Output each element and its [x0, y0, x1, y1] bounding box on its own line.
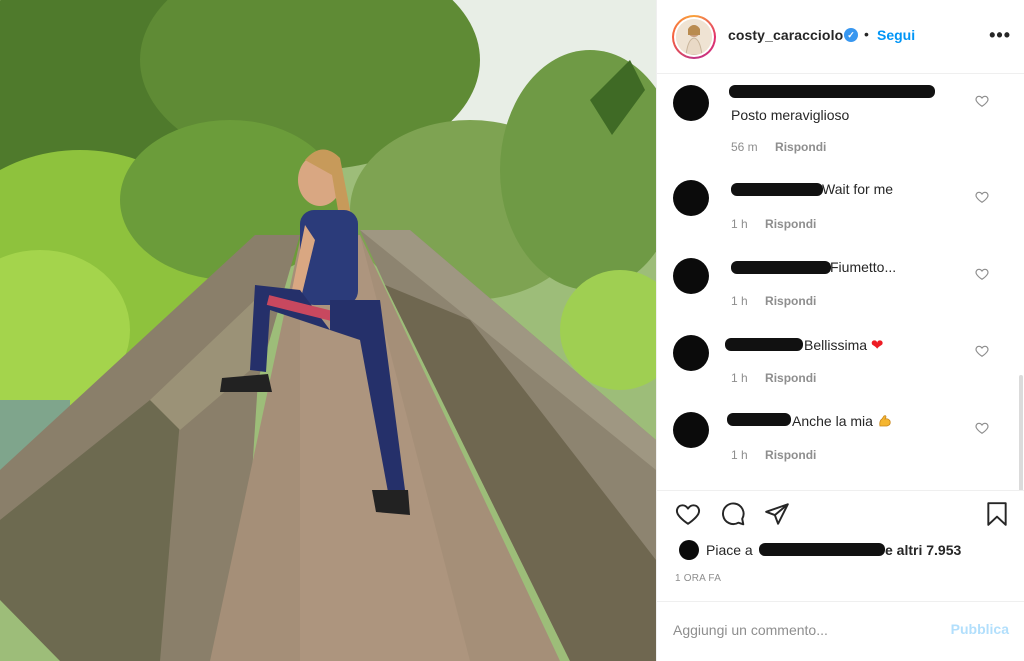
post-timestamp[interactable]: 1 ORA FA — [675, 573, 721, 584]
comment-time: 56 m — [731, 140, 758, 154]
redacted-username — [731, 261, 831, 274]
comment-like-heart-icon[interactable] — [975, 190, 989, 204]
comment-time: 1 h — [731, 371, 748, 385]
reply-button[interactable]: Rispondi — [765, 448, 816, 462]
bookmark-icon[interactable] — [984, 501, 1010, 527]
comments-scrollbar[interactable] — [1019, 375, 1023, 490]
comment-time: 1 h — [731, 294, 748, 308]
comment-item: Anche la mia 1 h Rispondi — [657, 403, 1024, 473]
likes-count[interactable]: e altri 7.953 — [885, 542, 961, 558]
reply-button[interactable]: Rispondi — [775, 140, 826, 154]
commenter-avatar[interactable] — [673, 85, 709, 121]
reply-button[interactable]: Rispondi — [765, 371, 816, 385]
comment-item: Posto meraviglioso 56 m Rispondi — [657, 75, 1024, 154]
comment-item: Bellissima ❤ 1 h Rispondi — [657, 326, 1024, 396]
comment-input[interactable] — [673, 620, 933, 640]
comment-icon[interactable] — [720, 501, 746, 527]
reply-button[interactable]: Rispondi — [765, 294, 816, 308]
post-actions: Piace a e altri 7.953 1 ORA FA — [657, 490, 1024, 600]
avatar — [676, 19, 712, 55]
commenter-avatar[interactable] — [673, 180, 709, 216]
post-photo[interactable] — [0, 0, 656, 661]
redacted-username — [731, 183, 823, 196]
reply-button[interactable]: Rispondi — [765, 217, 816, 231]
separator-dot: • — [864, 26, 869, 42]
story-ring[interactable] — [672, 15, 716, 59]
photo-illustration — [0, 0, 656, 661]
add-comment-bar: Pubblica — [657, 601, 1024, 661]
commenter-avatar[interactable] — [673, 335, 709, 371]
verified-badge-icon: ✓ — [844, 28, 858, 42]
avatar-photo — [676, 19, 712, 55]
commenter-avatar[interactable] — [673, 258, 709, 294]
redacted-username — [727, 413, 791, 426]
liker-avatar[interactable] — [679, 540, 699, 560]
redacted-username — [729, 85, 935, 98]
paper-plane-icon[interactable] — [764, 501, 790, 527]
comment-item: Fiumetto... 1 h Rispondi — [657, 249, 1024, 319]
likes-prefix: Piace a — [706, 542, 753, 558]
commenter-avatar[interactable] — [673, 412, 709, 448]
post-side-panel: costy_caracciolo ✓ • Segui ••• Posto mer… — [656, 0, 1024, 661]
comment-time: 1 h — [731, 448, 748, 462]
comment-text: Posto meraviglioso — [731, 107, 850, 123]
comment-text: Bellissima ❤ — [804, 337, 884, 354]
red-heart-icon: ❤ — [870, 337, 884, 354]
comment-like-heart-icon[interactable] — [975, 344, 989, 358]
username[interactable]: costy_caracciolo — [728, 27, 843, 43]
follow-button[interactable]: Segui — [877, 27, 915, 43]
comment-like-heart-icon[interactable] — [975, 94, 989, 108]
redacted-username — [725, 338, 803, 351]
comment-text: Fiumetto... — [830, 259, 897, 275]
post-header: costy_caracciolo ✓ • Segui ••• — [657, 0, 1024, 74]
comment-item: Wait for me 1 h Rispondi — [657, 172, 1024, 242]
comments-list[interactable]: Posto meraviglioso 56 m Rispondi Wait fo… — [657, 75, 1024, 490]
comment-like-heart-icon[interactable] — [975, 421, 989, 435]
flexed-biceps-icon — [877, 413, 893, 429]
comment-time: 1 h — [731, 217, 748, 231]
comment-like-heart-icon[interactable] — [975, 267, 989, 281]
publish-button[interactable]: Pubblica — [951, 621, 1009, 637]
comment-text: Wait for me — [822, 181, 894, 197]
heart-icon[interactable] — [675, 501, 701, 527]
redacted-liker-name — [759, 543, 885, 556]
comment-text: Anche la mia — [792, 413, 893, 429]
more-options-icon[interactable]: ••• — [989, 25, 1011, 46]
